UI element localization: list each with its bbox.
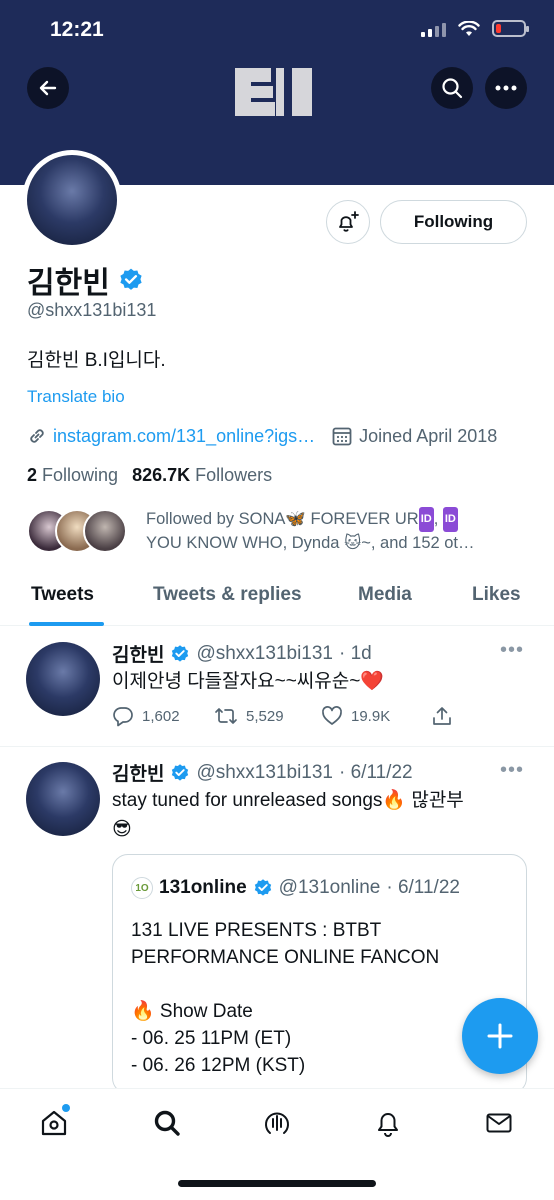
bell-icon — [378, 1113, 398, 1137]
reply-icon — [113, 707, 133, 727]
tab-likes[interactable]: Likes — [472, 584, 521, 606]
battery-icon — [492, 20, 529, 37]
spaces-icon — [265, 1112, 289, 1134]
plus-icon — [487, 1023, 513, 1049]
back-button[interactable] — [27, 67, 69, 109]
tweet-author-handle: @shxx131bi131 — [196, 761, 333, 783]
translate-bio-link[interactable]: Translate bio — [27, 387, 125, 407]
share-icon — [433, 707, 451, 725]
followed-by-text[interactable]: Followed by SONA🦋 FOREVER UR ID, ID YOU K… — [146, 507, 526, 555]
quoted-author-handle: @131online — [278, 877, 381, 898]
search-icon — [154, 1110, 180, 1136]
verified-badge-icon — [172, 763, 189, 781]
active-tab-indicator — [29, 622, 104, 626]
following-button[interactable]: Following — [380, 200, 527, 244]
profile-website-link[interactable]: instagram.com/131_online?igs… — [53, 426, 315, 447]
compose-tweet-button[interactable] — [462, 998, 538, 1074]
tweet-actions: 1,602 5,529 19.9K — [112, 705, 453, 727]
avatar[interactable] — [26, 762, 100, 836]
tab-media[interactable]: Media — [358, 584, 412, 606]
more-options-button[interactable] — [485, 67, 527, 109]
quoted-author-avatar: 1O — [131, 877, 153, 899]
wifi-icon — [458, 20, 480, 36]
followed-by-avatars[interactable] — [27, 509, 127, 553]
retweet-icon — [215, 708, 237, 724]
profile-handle: @shxx131bi131 — [27, 300, 157, 320]
profile-name: 김한빈 — [27, 267, 110, 300]
tab-tweets[interactable]: Tweets — [31, 584, 94, 606]
nav-notifications[interactable] — [372, 1107, 404, 1139]
tweet-text: 이제안녕 다들잘자요~~씨유순~❤️ — [112, 671, 384, 692]
mail-icon — [486, 1113, 512, 1133]
tweet-item[interactable]: 김한빈 @shxx131bi131 · 1d ••• 이제안녕 다들잘자요~~씨유… — [0, 627, 554, 747]
verified-badge-icon — [254, 879, 271, 896]
followers-count-link[interactable]: 826.7K Followers — [132, 465, 272, 486]
verified-badge-icon — [120, 268, 142, 290]
tweet-timestamp: · 1d — [339, 642, 372, 664]
tab-tweets-replies[interactable]: Tweets & replies — [153, 584, 302, 606]
profile-meta: instagram.com/131_online?igs… Joined Apr… — [27, 425, 497, 447]
quoted-tweet-timestamp: · 6/11/22 — [386, 877, 460, 898]
bell-plus-icon — [339, 211, 359, 232]
avatar — [83, 509, 127, 553]
status-time: 12:21 — [50, 18, 104, 41]
nav-home[interactable] — [38, 1104, 70, 1139]
search-icon — [442, 78, 463, 99]
quoted-tweet-header: 1O 131online @131online · 6/11/22 — [131, 877, 460, 899]
tweet-timestamp: · 6/11/22 — [339, 761, 413, 783]
tweet-more-button[interactable]: ••• — [500, 639, 524, 662]
home-icon — [41, 1110, 67, 1136]
profile-avatar[interactable] — [22, 150, 122, 250]
tweet-author-name: 김한빈 — [112, 764, 165, 785]
avatar[interactable] — [26, 642, 100, 716]
nav-search[interactable] — [151, 1107, 183, 1139]
tweet-more-button[interactable]: ••• — [500, 759, 524, 782]
banner-logo — [235, 68, 312, 116]
tweet-author-name: 김한빈 — [112, 645, 165, 666]
profile-joined-date: Joined April 2018 — [359, 425, 498, 446]
heart-icon — [322, 706, 342, 725]
verified-badge-icon — [172, 644, 189, 662]
profile-bio: 김한빈 B.I입니다. — [27, 350, 166, 371]
arrow-left-icon — [39, 80, 57, 96]
link-icon — [30, 429, 44, 443]
quoted-tweet[interactable]: 1O 131online @131online · 6/11/22 131 LIV… — [112, 854, 527, 1094]
id-badge: ID — [442, 507, 458, 532]
quoted-tweet-text: 131 LIVE PRESENTS : BTBT PERFORMANCE ONL… — [131, 920, 440, 1076]
id-badge: ID — [418, 507, 434, 532]
search-button[interactable] — [431, 67, 473, 109]
more-horizontal-icon — [495, 85, 517, 91]
reply-button[interactable]: 1,602 — [112, 705, 214, 727]
tweet-text: stay tuned for unreleased songs🔥 많관부 😎 — [112, 790, 464, 840]
new-content-dot — [62, 1104, 70, 1112]
profile-tabs: Tweets Tweets & replies Media Likes — [0, 578, 554, 626]
following-count-link[interactable]: 2 Following — [27, 465, 118, 486]
notifications-toggle-button[interactable] — [326, 200, 370, 244]
profile-name-row: 김한빈 — [27, 258, 144, 302]
tweet-header: 김한빈 @shxx131bi131 · 6/11/22 — [112, 759, 413, 786]
calendar-icon — [332, 427, 352, 446]
home-indicator — [178, 1180, 376, 1187]
follow-counts: 2 Following 826.7K Followers — [27, 465, 272, 486]
share-button[interactable] — [431, 705, 453, 727]
quoted-author-name: 131online — [159, 877, 247, 898]
nav-messages[interactable] — [483, 1107, 515, 1139]
tweet-author-handle: @shxx131bi131 — [196, 642, 333, 664]
retweet-button[interactable]: 5,529 — [214, 705, 321, 727]
like-button[interactable]: 19.9K — [321, 705, 431, 727]
nav-spaces[interactable] — [261, 1107, 293, 1139]
status-icons — [421, 20, 529, 37]
tweet-header: 김한빈 @shxx131bi131 · 1d — [112, 640, 372, 667]
cellular-signal-icon — [421, 21, 446, 37]
